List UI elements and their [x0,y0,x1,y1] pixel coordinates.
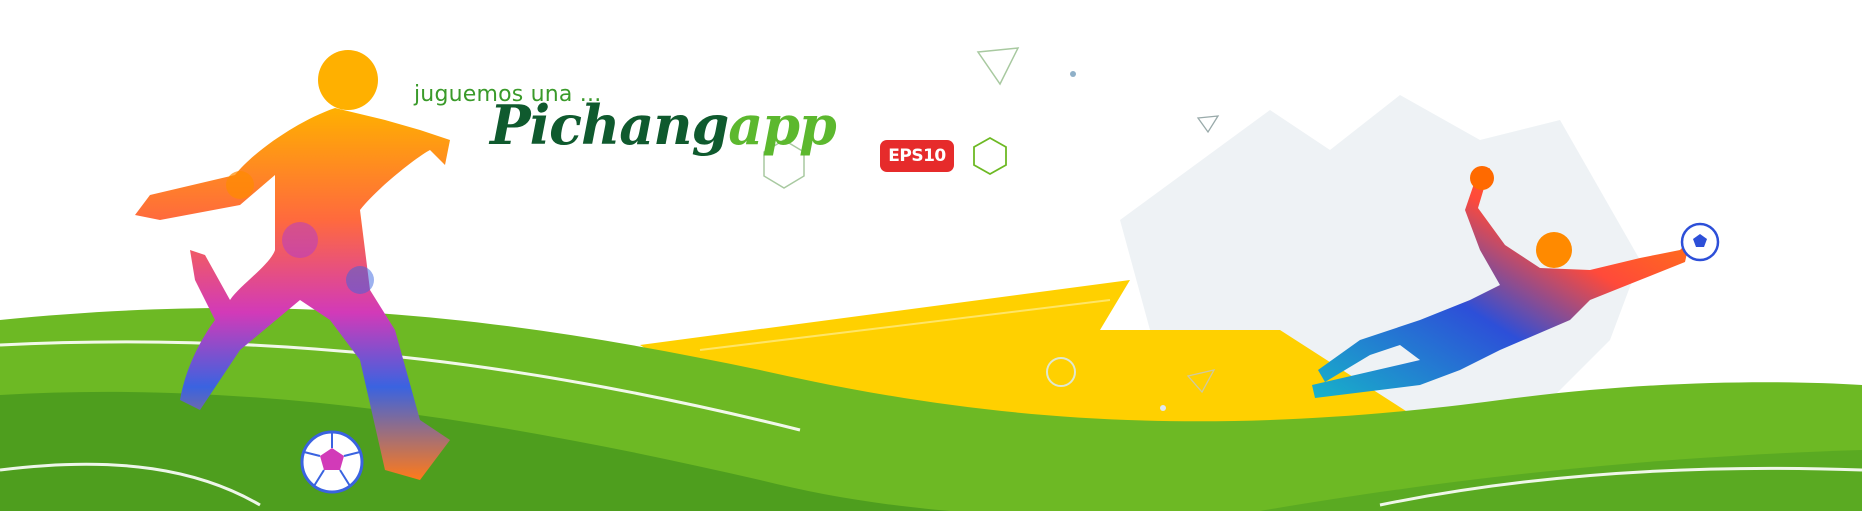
eps-badge: EPS10 [880,140,954,172]
brand-logo: Pichangapp [490,98,837,152]
hexagon-icon [973,136,1007,176]
triangle-icon [976,47,1020,86]
brand-part-1: Pichang [490,93,729,157]
banner-illustration [0,47,1862,511]
soccer-ball-icon [1680,222,1720,262]
brand-part-2: app [728,93,837,157]
soccer-ball-icon [300,430,364,494]
triangle-icon [1196,115,1220,134]
